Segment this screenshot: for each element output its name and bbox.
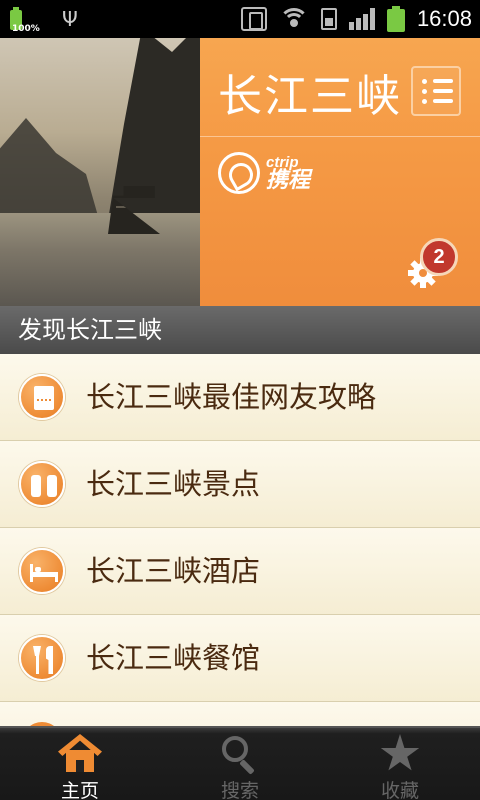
list-item-hotels[interactable]: 长江三峡酒店	[0, 528, 480, 615]
notification-badge[interactable]: 2	[420, 238, 458, 276]
search-icon	[220, 734, 260, 775]
list-item-partial[interactable]	[0, 702, 480, 726]
status-clock: 16:08	[416, 6, 472, 31]
hero-banner: 长江三峡 ctrip 携程 2	[0, 38, 480, 306]
list-item-label: 长江三峡最佳网友攻略	[86, 380, 377, 414]
list-item-label: 长江三峡酒店	[86, 554, 261, 588]
star-icon	[380, 734, 420, 771]
list-item-label: 长江三峡景点	[86, 467, 261, 501]
tab-search[interactable]: 搜索	[160, 728, 320, 800]
signal-icon	[348, 8, 375, 30]
logo-cn-text: 携程	[266, 167, 311, 193]
tab-favorites[interactable]: 收藏	[320, 728, 480, 800]
three-gorges-photo	[0, 38, 200, 306]
discover-list: 长江三峡最佳网友攻略 长江三峡景点 长江三峡酒店 长江三峡餐馆	[0, 354, 480, 726]
tab-label: 搜索	[220, 780, 259, 800]
dolphin-icon	[218, 152, 260, 194]
sim-card-icon	[320, 8, 337, 30]
guide-book-icon	[19, 374, 65, 420]
battery-icon	[386, 6, 405, 32]
hero-panel: 长江三峡 ctrip 携程 2	[200, 38, 480, 306]
list-item-attractions[interactable]: 长江三峡景点	[0, 441, 480, 528]
page-title: 长江三峡	[218, 71, 402, 122]
status-bar: 100% Ψ 16:08	[0, 0, 480, 38]
menu-button[interactable]	[411, 66, 461, 116]
bottom-tab-bar: 主页 搜索 收藏	[0, 726, 480, 800]
hero-divider	[200, 136, 480, 137]
list-item-restaurants[interactable]: 长江三峡餐馆	[0, 615, 480, 702]
bed-icon	[19, 548, 65, 594]
list-item-guides[interactable]: 长江三峡最佳网友攻略	[0, 354, 480, 441]
fork-knife-icon	[19, 635, 65, 681]
vibrate-icon	[240, 7, 267, 31]
list-item-label: 长江三峡餐馆	[86, 641, 261, 675]
ctrip-logo: ctrip 携程	[218, 150, 348, 196]
wifi-icon	[278, 8, 309, 30]
home-icon	[58, 734, 102, 774]
tab-home[interactable]: 主页	[0, 728, 160, 800]
battery-percent-text: 100%	[12, 24, 40, 34]
binoculars-icon	[19, 461, 65, 507]
section-header: 发现长江三峡	[0, 306, 480, 354]
tab-label: 收藏	[380, 780, 419, 800]
usb-icon: Ψ	[62, 7, 78, 31]
tab-label: 主页	[60, 780, 99, 800]
